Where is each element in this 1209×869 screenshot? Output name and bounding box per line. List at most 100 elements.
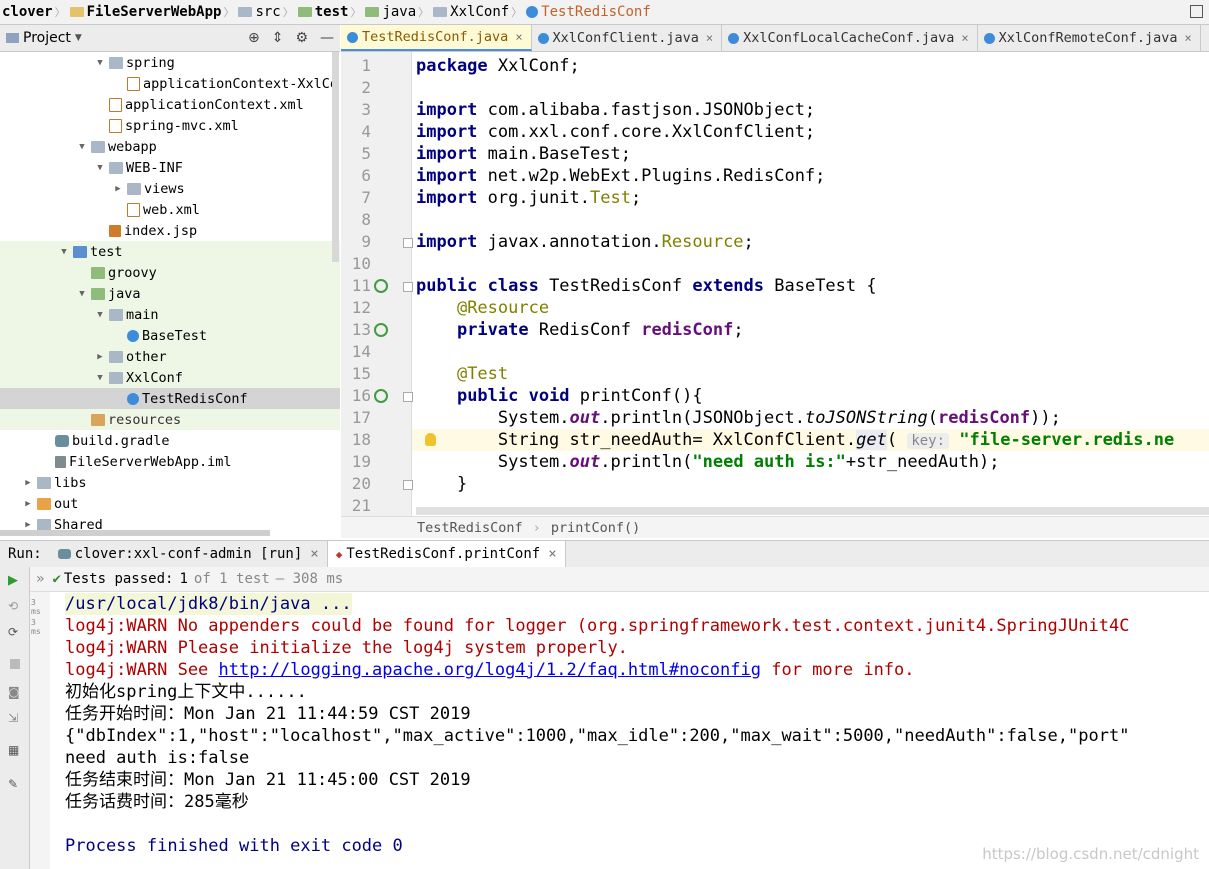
lightbulb-icon[interactable] [425,433,436,446]
console-link[interactable]: http://logging.apache.org/log4j/1.2/faq.… [219,660,761,680]
export-icon[interactable]: ⇲ [8,711,21,725]
collapsed-arrow-icon[interactable]: ▶ [23,520,33,530]
tree-item[interactable]: ▼ java [0,283,340,304]
breadcrumb-method[interactable]: printConf() [551,520,640,536]
breadcrumb-item[interactable]: clover [0,4,55,20]
rerun-failed-icon[interactable]: ⟲ [8,599,21,613]
tab-xxlconfremoteconf[interactable]: XxlConfRemoteConf.java × [978,25,1201,51]
expanded-arrow-icon[interactable]: ▼ [77,289,87,299]
project-view-selector[interactable]: Project ▼ [6,30,82,46]
fold-marker-icon[interactable] [403,238,413,248]
tree-item-label: out [54,495,79,512]
folder-icon [297,7,312,17]
tree-item[interactable]: groovy [0,262,340,283]
tree-item[interactable]: ▼ test [0,241,340,262]
hide-panel-icon[interactable]: — [320,30,334,46]
run-tab-xxl-conf-admin[interactable]: clover:xxl-conf-admin [run] × [50,541,327,567]
tree-item[interactable]: ▼ WEB-INF [0,157,340,178]
close-icon[interactable]: × [1184,31,1191,45]
camera-icon[interactable]: ◙ [8,685,21,699]
layout-icon[interactable]: ▦ [8,743,21,757]
close-icon[interactable]: × [310,546,318,562]
breadcrumb-item[interactable]: src [234,4,282,20]
close-icon[interactable]: × [706,31,713,45]
code-token: @Resource [456,298,550,318]
tree-item[interactable]: FileServerWebApp.iml [0,451,340,472]
collapse-all-icon[interactable]: ⇕ [272,30,284,46]
tree-item[interactable]: applicationContext-XxlCo [0,73,340,94]
tree-horizontal-scrollbar[interactable] [0,530,270,536]
fold-marker-icon[interactable] [403,282,413,292]
collapsed-arrow-icon[interactable]: ▶ [113,184,123,194]
toggle-auto-test-icon[interactable]: ⟳ [8,625,21,639]
restore-window-icon[interactable] [1190,5,1203,18]
collapsed-arrow-icon[interactable]: ▶ [23,499,33,509]
expanded-arrow-icon[interactable]: ▼ [95,373,105,383]
rerun-icon[interactable]: ▶ [8,573,21,588]
breadcrumb-item[interactable]: FileServerWebApp [66,4,224,20]
tree-item[interactable]: ▼ webapp [0,136,340,157]
breadcrumb-item[interactable]: TestRedisConf [522,4,653,20]
breadcrumb-class[interactable]: TestRedisConf [417,520,523,536]
tree-item[interactable]: ▶ views [0,178,340,199]
breadcrumb-item[interactable]: test [294,4,351,20]
tree-item[interactable]: BaseTest [0,325,340,346]
console-line: log4j:WARN No appenders could be found f… [65,616,1130,636]
locate-icon[interactable]: ⊕ [248,30,260,46]
close-icon[interactable]: × [515,30,522,44]
tree-item[interactable]: ▼ XxlConf [0,367,340,388]
tree-item[interactable]: build.gradle [0,430,340,451]
expanded-arrow-icon[interactable]: ▼ [95,310,105,320]
expand-icon[interactable]: » [36,571,44,587]
folder-icon [6,33,19,43]
pin-icon[interactable]: ✎ [8,777,21,791]
tree-item[interactable]: ▼ main [0,304,340,325]
tree-item[interactable]: resources [0,409,340,430]
line-number: 1 [361,56,371,75]
gear-icon[interactable]: ⚙ [295,30,308,46]
fold-marker-icon[interactable] [403,480,413,490]
tree-item[interactable]: ▼ spring [0,52,340,73]
breadcrumb-item[interactable]: XxlConf [429,4,511,20]
folder-icon [91,140,105,153]
tree-scrollbar[interactable] [332,52,339,262]
tab-xxlconflocalcacheconf[interactable]: XxlConfLocalCacheConf.java × [722,25,978,51]
expanded-arrow-icon[interactable]: ▼ [59,247,69,257]
code-token: package [416,56,498,76]
code-token: import [416,188,488,208]
tab-xxlconfclient[interactable]: XxlConfClient.java × [532,25,723,51]
code-token: System. [416,452,570,472]
close-icon[interactable]: × [961,31,968,45]
tree-item[interactable]: ▶ other [0,346,340,367]
run-test-icon[interactable] [374,279,388,293]
close-icon[interactable]: × [548,546,556,562]
tree-item-label: test [90,243,123,260]
tree-item[interactable]: ▶ out [0,493,340,514]
run-test-icon[interactable] [374,389,388,403]
editor-horizontal-scrollbar[interactable] [416,507,1209,515]
code-editor[interactable]: 1 2 3 4 5 6 7 8 9 10 11 12 13 14 15 16 17 18 19 20 21 packag… [341,52,1209,516]
collapsed-arrow-icon[interactable]: ▶ [95,352,105,362]
chevron-right-icon: 〉 [418,6,430,19]
expanded-arrow-icon[interactable]: ▼ [95,58,105,68]
tree-item[interactable]: index.jsp [0,220,340,241]
tree-item[interactable]: web.xml [0,199,340,220]
tree-item[interactable]: TestRedisConf [0,388,340,409]
code-token: @Test [456,364,509,384]
run-test-icon[interactable] [374,323,388,337]
code-line: import org.junit.Test; [416,187,641,209]
chevron-right-icon: 〉 [223,6,235,19]
console-output[interactable]: https://blog.csdn.net/cdnight /usr/local… [50,592,1209,869]
tree-item[interactable]: ▶ libs [0,472,340,493]
expanded-arrow-icon[interactable]: ▼ [77,142,87,152]
collapsed-arrow-icon[interactable]: ▶ [23,478,33,488]
run-tab-test[interactable]: ◆ TestRedisConf.printConf × [326,541,566,567]
tab-testredisconf[interactable]: TestRedisConf.java × [341,25,532,51]
tree-item-label: TestRedisConf [142,390,248,407]
tree-item[interactable]: applicationContext.xml [0,94,340,115]
expanded-arrow-icon[interactable]: ▼ [95,163,105,173]
tree-item[interactable]: spring-mvc.xml [0,115,340,136]
stop-icon[interactable] [10,659,20,669]
fold-marker-icon[interactable] [403,392,413,402]
breadcrumb-item[interactable]: java [361,4,418,20]
